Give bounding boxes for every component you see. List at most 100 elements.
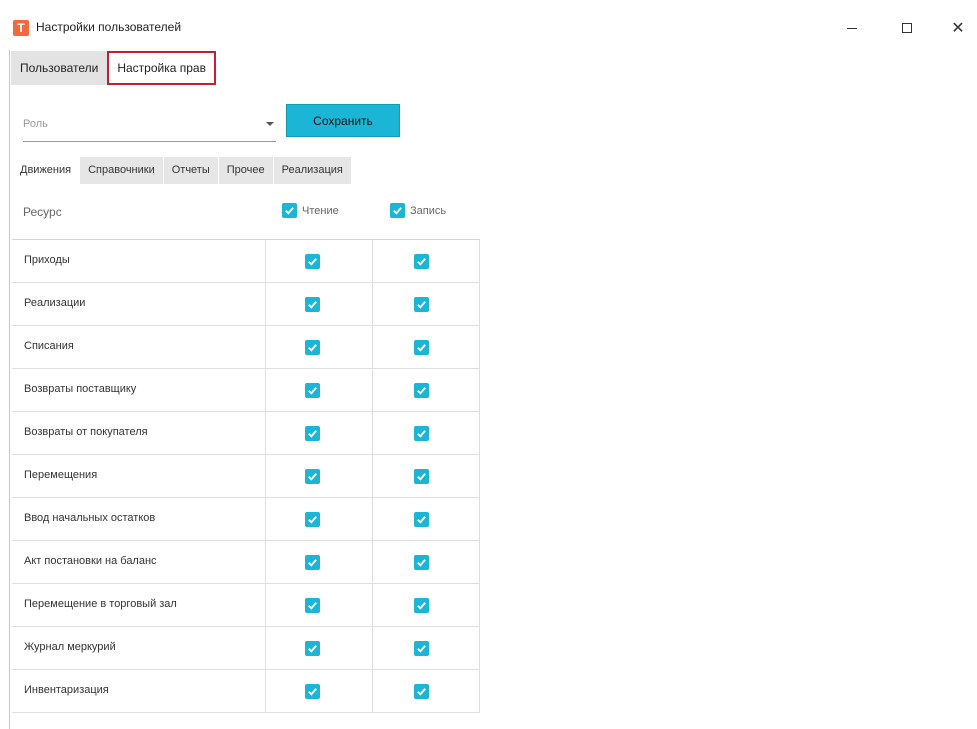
table-row: Перемещения	[12, 455, 480, 498]
window-title: Настройки пользователей	[36, 20, 182, 34]
close-icon: ✕	[951, 20, 965, 37]
read-checkbox[interactable]	[305, 684, 320, 699]
table-row: Акт постановки на баланс	[12, 541, 480, 584]
write-checkbox[interactable]	[414, 340, 429, 355]
window-left-border	[9, 50, 10, 729]
write-checkbox[interactable]	[414, 297, 429, 312]
read-checkbox[interactable]	[305, 340, 320, 355]
check-icon	[308, 645, 317, 653]
read-header-label: Чтение	[302, 204, 339, 217]
write-header-label: Запись	[410, 204, 447, 217]
resource-name: Акт постановки на баланс	[24, 555, 157, 567]
write-checkbox[interactable]	[414, 383, 429, 398]
column-header-read: Чтение	[282, 203, 339, 218]
check-icon	[417, 258, 426, 266]
resource-name: Журнал меркурий	[24, 641, 116, 653]
check-icon	[308, 602, 317, 610]
maximize-button[interactable]	[884, 12, 930, 44]
table-row: Приходы	[12, 240, 480, 283]
check-icon	[308, 430, 317, 438]
read-checkbox[interactable]	[305, 297, 320, 312]
read-checkbox[interactable]	[305, 598, 320, 613]
write-checkbox[interactable]	[414, 426, 429, 441]
table-row: Возвраты поставщику	[12, 369, 480, 412]
check-icon	[417, 602, 426, 610]
resource-name: Перемещения	[24, 469, 98, 481]
column-header-write: Запись	[390, 203, 446, 218]
table-row: Реализации	[12, 283, 480, 326]
check-icon	[308, 688, 317, 696]
select-all-write-checkbox[interactable]	[390, 203, 405, 218]
resource-name: Реализации	[24, 297, 86, 309]
permission-category-tabs: Движения Справочники Отчеты Прочее Реали…	[12, 157, 352, 184]
minimize-icon	[847, 27, 857, 29]
table-row: Перемещение в торговый зал	[12, 584, 480, 627]
check-icon	[417, 516, 426, 524]
read-checkbox[interactable]	[305, 426, 320, 441]
resource-name: Инвентаризация	[24, 684, 109, 696]
table-body: Приходы Реализации Списания Возвраты пос…	[12, 240, 480, 713]
check-icon	[308, 516, 317, 524]
title-bar: T Настройки пользователей ✕	[0, 0, 977, 50]
write-checkbox[interactable]	[414, 469, 429, 484]
tab-directories[interactable]: Справочники	[80, 157, 163, 184]
check-icon	[393, 207, 402, 215]
check-icon	[417, 430, 426, 438]
check-icon	[417, 301, 426, 309]
save-button[interactable]: Сохранить	[286, 104, 400, 137]
resource-name: Ввод начальных остатков	[24, 512, 156, 524]
check-icon	[417, 645, 426, 653]
role-input[interactable]	[23, 118, 253, 130]
check-icon	[417, 688, 426, 696]
minimize-button[interactable]	[829, 12, 875, 44]
write-checkbox[interactable]	[414, 641, 429, 656]
read-checkbox[interactable]	[305, 469, 320, 484]
select-all-read-checkbox[interactable]	[282, 203, 297, 218]
permissions-table: Ресурс Чтение Запись Приходы Реализации	[12, 190, 480, 713]
table-row: Возвраты от покупателя	[12, 412, 480, 455]
resource-name: Перемещение в торговый зал	[24, 598, 177, 610]
column-header-resource: Ресурс	[23, 205, 62, 219]
check-icon	[308, 559, 317, 567]
read-checkbox[interactable]	[305, 383, 320, 398]
check-icon	[417, 387, 426, 395]
table-row: Списания	[12, 326, 480, 369]
tab-movements[interactable]: Движения	[12, 157, 80, 184]
check-icon	[285, 207, 294, 215]
close-button[interactable]: ✕	[935, 12, 977, 44]
tab-permissions[interactable]: Настройка прав	[107, 51, 216, 85]
check-icon	[308, 387, 317, 395]
role-select[interactable]	[23, 112, 276, 142]
write-checkbox[interactable]	[414, 254, 429, 269]
chevron-down-icon[interactable]	[266, 122, 274, 126]
table-row: Журнал меркурий	[12, 627, 480, 670]
table-header: Ресурс Чтение Запись	[12, 190, 480, 240]
check-icon	[417, 473, 426, 481]
write-checkbox[interactable]	[414, 684, 429, 699]
read-checkbox[interactable]	[305, 641, 320, 656]
settings-window: T Настройки пользователей ✕ Пользователи…	[0, 0, 977, 729]
tab-users[interactable]: Пользователи	[11, 51, 108, 85]
check-icon	[308, 258, 317, 266]
tab-sales[interactable]: Реализация	[273, 157, 351, 184]
write-checkbox[interactable]	[414, 555, 429, 570]
read-checkbox[interactable]	[305, 512, 320, 527]
tab-other[interactable]: Прочее	[218, 157, 273, 184]
check-icon	[308, 344, 317, 352]
check-icon	[417, 344, 426, 352]
read-checkbox[interactable]	[305, 254, 320, 269]
check-icon	[308, 473, 317, 481]
read-checkbox[interactable]	[305, 555, 320, 570]
write-checkbox[interactable]	[414, 512, 429, 527]
resource-name: Приходы	[24, 254, 70, 266]
main-tabs: Пользователи Настройка прав	[11, 51, 216, 85]
maximize-icon	[902, 23, 912, 33]
resource-name: Списания	[24, 340, 74, 352]
table-row: Ввод начальных остатков	[12, 498, 480, 541]
write-checkbox[interactable]	[414, 598, 429, 613]
resource-name: Возвраты поставщику	[24, 383, 137, 395]
table-row: Инвентаризация	[12, 670, 480, 713]
tab-reports[interactable]: Отчеты	[163, 157, 218, 184]
check-icon	[417, 559, 426, 567]
resource-name: Возвраты от покупателя	[24, 426, 148, 438]
